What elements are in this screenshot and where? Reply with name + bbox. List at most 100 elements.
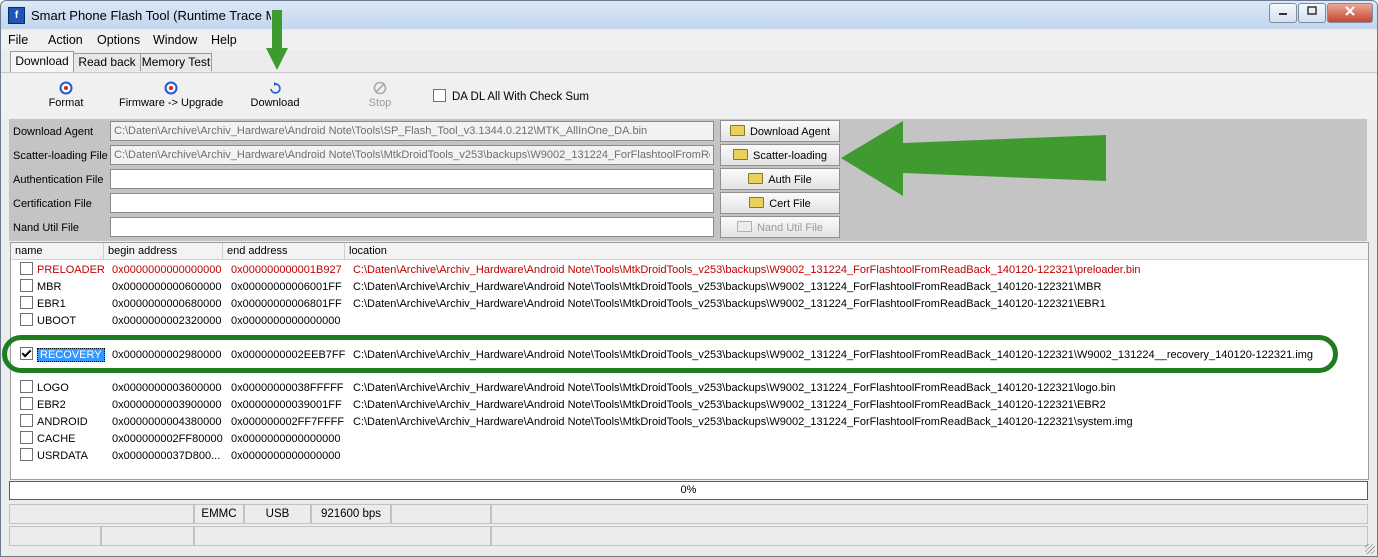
da-dl-checksum-option[interactable]: DA DL All With Check Sum bbox=[433, 89, 589, 103]
row-name: USRDATA bbox=[37, 450, 88, 462]
row-location: C:\Daten\Archive\Archiv_Hardware\Android… bbox=[353, 349, 1314, 361]
row-begin: 0x0000000002980000 bbox=[112, 349, 222, 361]
progress-percent: 0% bbox=[680, 484, 697, 496]
close-button[interactable] bbox=[1327, 3, 1373, 23]
firmware-upgrade-icon bbox=[164, 81, 178, 95]
row-name: MBR bbox=[37, 281, 62, 293]
table-row-selected[interactable]: RECOVERY 0x0000000002980000 0x0000000002… bbox=[11, 347, 1368, 364]
row-location: C:\Daten\Archive\Archiv_Hardware\Android… bbox=[353, 399, 1106, 411]
status-cell-empty bbox=[391, 504, 491, 524]
download-refresh-icon bbox=[270, 82, 281, 94]
window-title: Smart Phone Flash Tool (Runtime Trace Mo bbox=[31, 8, 271, 23]
file-selection-panel: Download Agent Download Agent Scatter-lo… bbox=[9, 119, 1367, 241]
row-end: 0x0000000002EEB7FF bbox=[231, 349, 346, 361]
table-row[interactable]: LOGO 0x0000000003600000 0x00000000038FFF… bbox=[11, 380, 1368, 397]
row-end: 0x000000000001B927 bbox=[231, 264, 342, 276]
da-dl-checksum-checkbox[interactable] bbox=[433, 89, 446, 102]
table-row[interactable]: EBR2 0x0000000003900000 0x00000000039001… bbox=[11, 397, 1368, 414]
cert-file-button[interactable]: Cert File bbox=[720, 192, 840, 214]
row-begin: 0x0000000000600000 bbox=[112, 281, 222, 293]
status-cell-empty bbox=[9, 504, 194, 524]
status-port: USB bbox=[244, 504, 311, 524]
download-agent-button[interactable]: Download Agent bbox=[720, 120, 840, 142]
stop-icon bbox=[373, 81, 387, 95]
download-button[interactable]: Download bbox=[249, 81, 301, 109]
row-begin: 0x0000000037D800... bbox=[112, 450, 221, 462]
table-row[interactable]: UBOOT 0x0000000002320000 0x0000000000000… bbox=[11, 313, 1368, 330]
row-end: 0x0000000000000000 bbox=[231, 433, 341, 445]
folder-open-icon bbox=[736, 221, 752, 232]
format-button[interactable]: Format bbox=[47, 81, 85, 109]
authentication-field[interactable] bbox=[110, 169, 714, 189]
row-begin: 0x0000000002320000 bbox=[112, 315, 222, 327]
tab-read-back[interactable]: Read back bbox=[73, 53, 141, 71]
stop-button[interactable]: Stop bbox=[365, 81, 395, 109]
format-label: Format bbox=[48, 97, 84, 109]
folder-open-icon bbox=[748, 173, 764, 184]
row-end: 0x00000000006001FF bbox=[231, 281, 342, 293]
row-name-cell: EBR2 bbox=[20, 397, 66, 414]
resize-grip-icon[interactable] bbox=[1365, 544, 1375, 554]
format-icon bbox=[59, 81, 73, 95]
menu-help[interactable]: Help bbox=[211, 33, 237, 47]
row-checkbox[interactable] bbox=[20, 448, 33, 461]
scatter-loading-field[interactable] bbox=[110, 145, 714, 165]
maximize-button[interactable] bbox=[1298, 3, 1326, 23]
folder-open-icon bbox=[749, 197, 765, 208]
status-cell-empty bbox=[491, 526, 1368, 546]
nand-util-field[interactable] bbox=[110, 217, 714, 237]
tab-download[interactable]: Download bbox=[10, 51, 74, 72]
download-agent-field[interactable] bbox=[110, 121, 714, 141]
menu-options[interactable]: Options bbox=[97, 33, 140, 47]
toolbar: Format Firmware -> Upgrade Download Stop bbox=[1, 72, 1377, 119]
row-name: UBOOT bbox=[37, 315, 77, 327]
row-checkbox[interactable] bbox=[20, 431, 33, 444]
menu-file[interactable]: File bbox=[8, 33, 28, 47]
row-checkbox[interactable] bbox=[20, 296, 33, 309]
firmware-upgrade-label: Firmware -> Upgrade bbox=[119, 97, 224, 109]
table-row[interactable]: MBR 0x0000000000600000 0x00000000006001F… bbox=[11, 279, 1368, 296]
auth-file-button-label: Auth File bbox=[768, 174, 812, 186]
row-location: C:\Daten\Archive\Archiv_Hardware\Android… bbox=[353, 298, 1106, 310]
column-name[interactable]: name bbox=[11, 243, 104, 259]
table-row[interactable]: PRELOADER 0x0000000000000000 0x000000000… bbox=[11, 262, 1368, 279]
row-name-cell: PRELOADER bbox=[20, 262, 105, 279]
firmware-upgrade-button[interactable]: Firmware -> Upgrade bbox=[119, 81, 223, 109]
table-row[interactable]: CACHE 0x000000002FF80000 0x0000000000000… bbox=[11, 431, 1368, 448]
table-row[interactable]: EBR1 0x0000000000680000 0x00000000006801… bbox=[11, 296, 1368, 313]
column-location[interactable]: location bbox=[345, 243, 1368, 259]
minimize-button[interactable] bbox=[1269, 3, 1297, 23]
table-row[interactable]: USRDATA 0x0000000037D800... 0x0000000000… bbox=[11, 448, 1368, 465]
row-location: C:\Daten\Archive\Archiv_Hardware\Android… bbox=[353, 264, 1141, 276]
column-end-address[interactable]: end address bbox=[223, 243, 345, 259]
row-checkbox[interactable] bbox=[20, 380, 33, 393]
tab-memory-test[interactable]: Memory Test bbox=[140, 53, 212, 71]
column-begin-address[interactable]: begin address bbox=[104, 243, 223, 259]
row-checkbox-checked[interactable] bbox=[20, 347, 33, 360]
row-begin: 0x0000000003900000 bbox=[112, 399, 222, 411]
menu-window[interactable]: Window bbox=[153, 33, 197, 47]
download-agent-button-label: Download Agent bbox=[749, 126, 831, 138]
row-end: 0x00000000038FFFFF bbox=[231, 382, 344, 394]
certification-field[interactable] bbox=[110, 193, 714, 213]
nand-util-file-button[interactable]: Nand Util File bbox=[720, 216, 840, 238]
row-checkbox[interactable] bbox=[20, 414, 33, 427]
status-storage: EMMC bbox=[194, 504, 244, 524]
table-row[interactable]: ANDROID 0x0000000004380000 0x000000002FF… bbox=[11, 414, 1368, 431]
nand-util-label: Nand Util File bbox=[13, 222, 80, 234]
authentication-label: Authentication File bbox=[13, 174, 104, 186]
download-agent-label: Download Agent bbox=[13, 126, 94, 138]
row-checkbox[interactable] bbox=[20, 313, 33, 326]
flash-tool-window: f Smart Phone Flash Tool (Runtime Trace … bbox=[0, 0, 1378, 557]
row-checkbox[interactable] bbox=[20, 262, 33, 275]
table-header: name begin address end address location bbox=[11, 243, 1368, 260]
row-begin: 0x0000000004380000 bbox=[112, 416, 222, 428]
folder-open-icon bbox=[733, 149, 748, 160]
auth-file-button[interactable]: Auth File bbox=[720, 168, 840, 190]
row-name-cell: EBR1 bbox=[20, 296, 66, 313]
row-checkbox[interactable] bbox=[20, 279, 33, 292]
row-checkbox[interactable] bbox=[20, 397, 33, 410]
scatter-loading-button[interactable]: Scatter-loading bbox=[720, 144, 840, 166]
menu-bar: File Action Options Window Help bbox=[1, 31, 1377, 50]
menu-action[interactable]: Action bbox=[48, 33, 83, 47]
